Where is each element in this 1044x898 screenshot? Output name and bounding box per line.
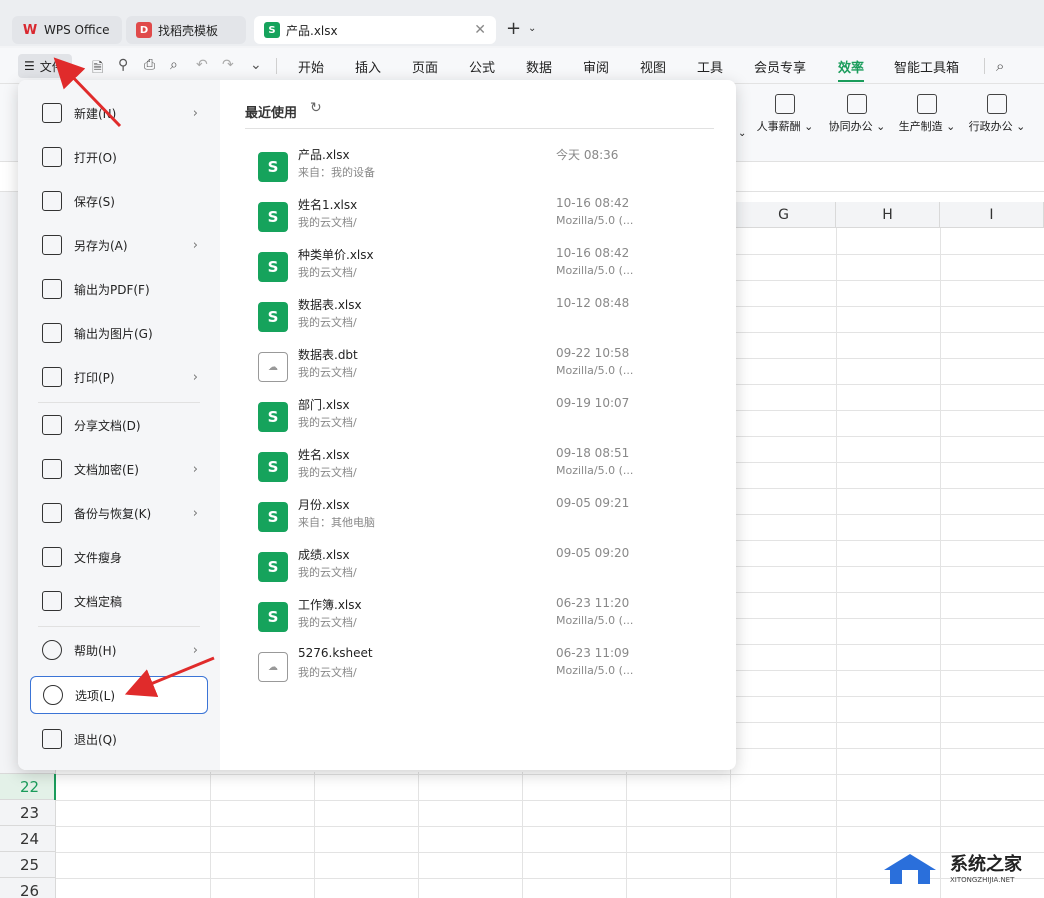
watermark-house-icon bbox=[884, 854, 936, 884]
red-arrow-to-options bbox=[124, 656, 215, 698]
watermark-text: 系统之家 bbox=[950, 854, 1022, 875]
watermark-subtext: XITONGZHIJIA.NET bbox=[950, 876, 1015, 884]
watermark-logo: 系统之家 XITONGZHIJIA.NET bbox=[878, 848, 1038, 892]
annotation-arrows bbox=[53, 57, 215, 698]
red-arrow-to-file bbox=[53, 57, 122, 128]
